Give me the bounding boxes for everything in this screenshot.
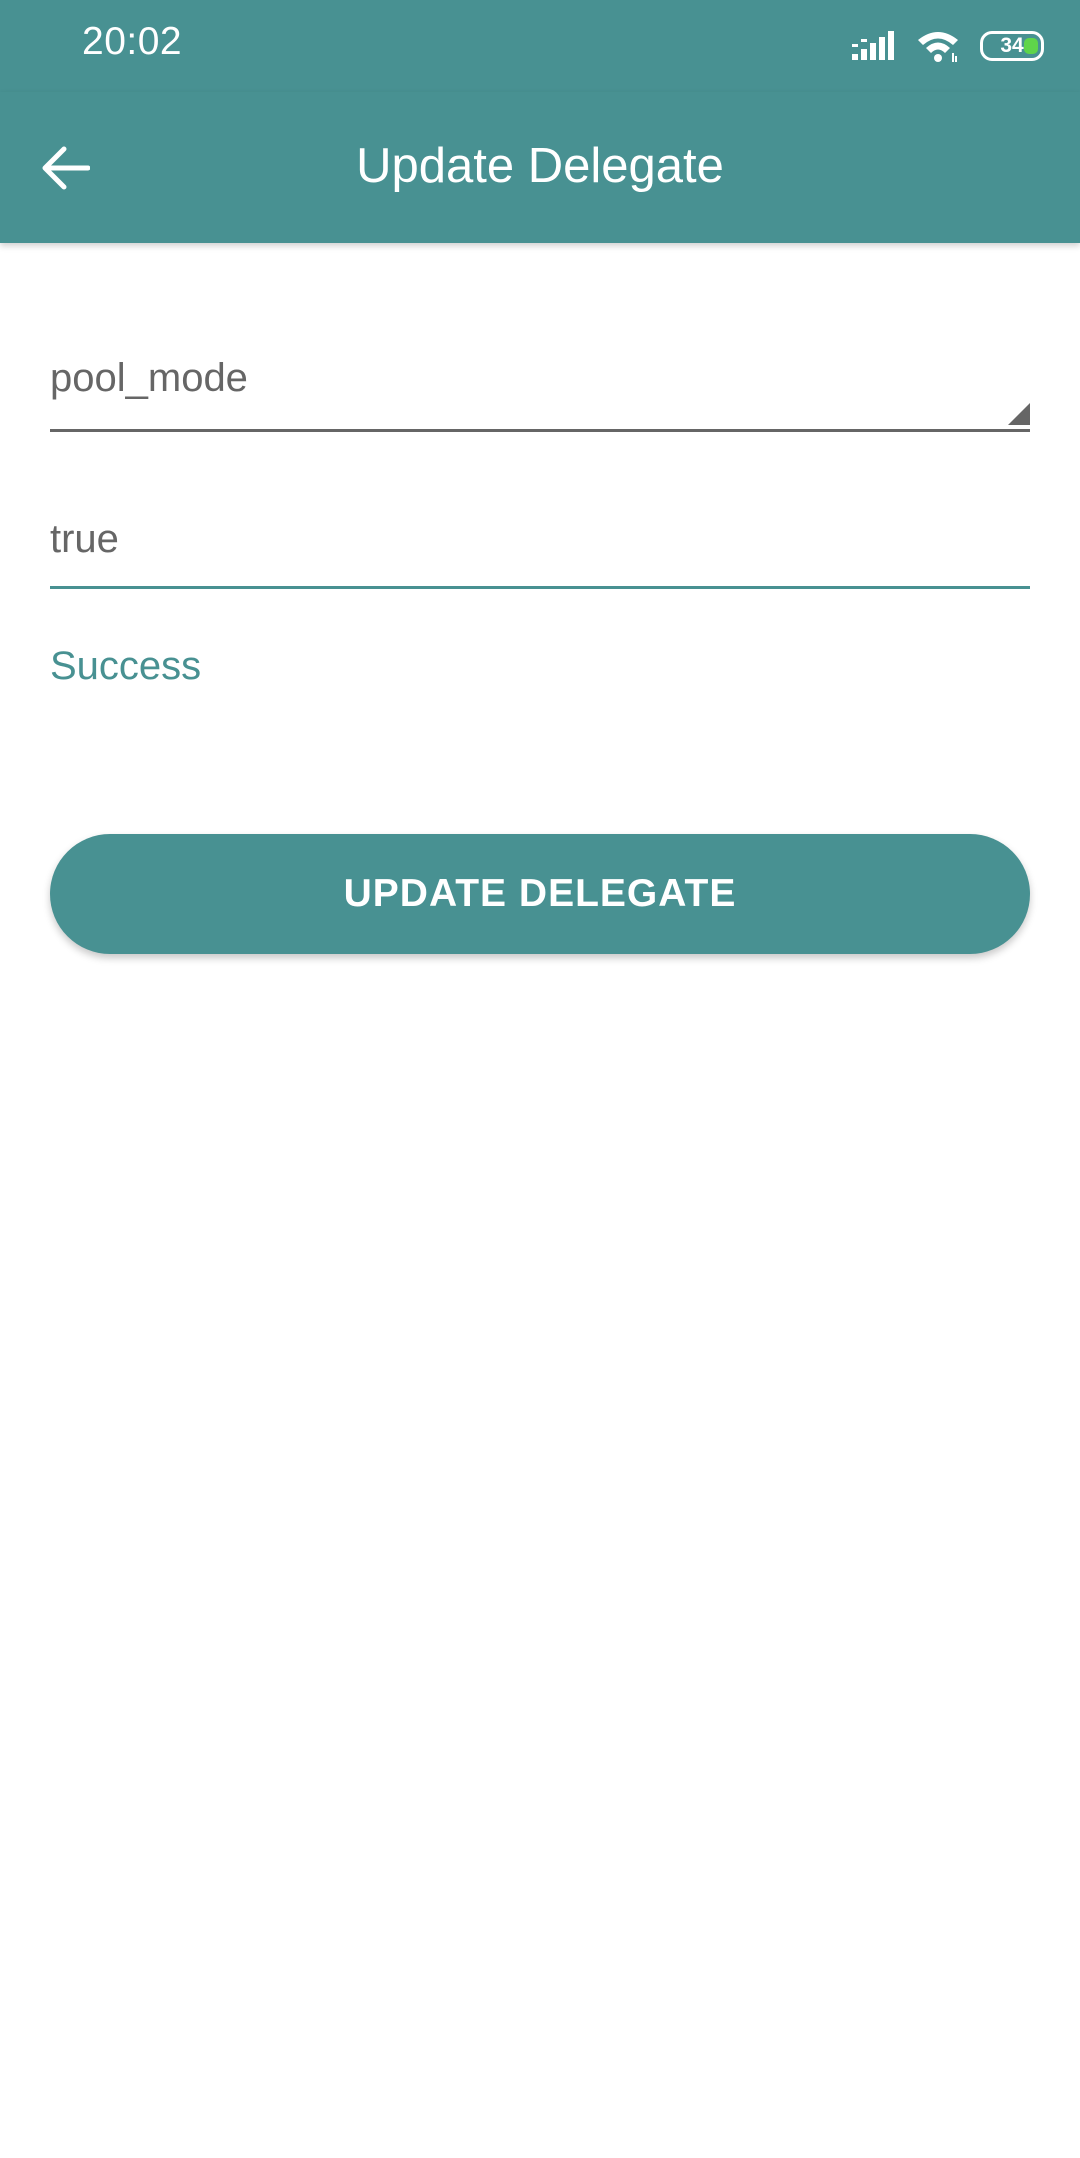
battery-fill bbox=[1024, 38, 1038, 54]
value-input[interactable] bbox=[50, 495, 1030, 583]
status-icons: 34 bbox=[852, 26, 1044, 66]
app-screen: 20:02 34 Update Delegate pool_mode true … bbox=[0, 0, 1080, 2158]
app-bar: Update Delegate bbox=[0, 92, 1080, 243]
update-delegate-button[interactable]: UPDATE DELEGATE bbox=[50, 834, 1030, 954]
spinner-selected-value: pool_mode bbox=[50, 356, 248, 400]
delegate-key-spinner[interactable]: pool_mode bbox=[50, 340, 1030, 432]
battery-icon: 34 bbox=[980, 31, 1044, 61]
status-time: 20:02 bbox=[82, 20, 183, 63]
signal-icon bbox=[852, 31, 894, 60]
page-title: Update Delegate bbox=[356, 139, 724, 193]
value-field-container bbox=[50, 495, 1030, 589]
status-bar: 20:02 34 bbox=[0, 0, 1080, 92]
result-status-text: Success bbox=[50, 644, 202, 688]
dropdown-arrow-icon bbox=[1008, 403, 1030, 425]
wifi-icon bbox=[918, 32, 958, 62]
battery-level: 34 bbox=[1000, 34, 1024, 57]
